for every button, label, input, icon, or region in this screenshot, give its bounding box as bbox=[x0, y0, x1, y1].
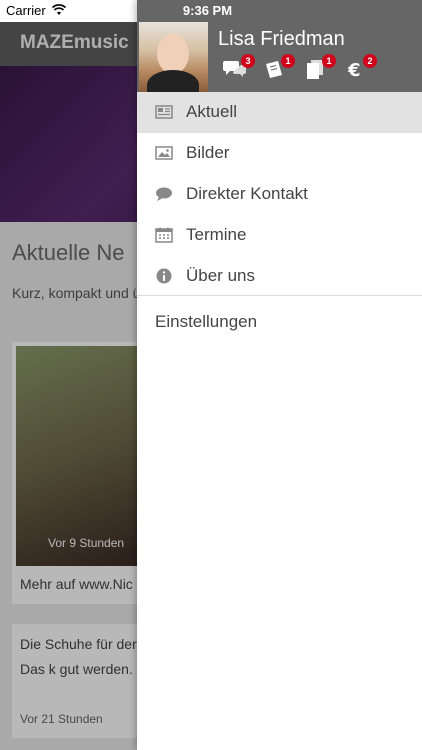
documents-icon[interactable]: 1 bbox=[304, 54, 336, 80]
settings-item[interactable]: Einstellungen bbox=[155, 312, 257, 332]
avatar[interactable] bbox=[139, 22, 208, 92]
badge-count: 1 bbox=[281, 54, 295, 68]
chat-bubbles-icon[interactable]: 3 bbox=[223, 54, 255, 80]
user-name: Lisa Friedman bbox=[218, 28, 345, 50]
menu-item-label: Aktuell bbox=[186, 102, 238, 121]
newspaper-icon bbox=[155, 105, 173, 119]
wifi-icon bbox=[52, 4, 66, 15]
menu-item-label: Über uns bbox=[186, 266, 255, 285]
chat-bubble-icon bbox=[156, 187, 172, 201]
profile-header: Lisa Friedman 3 1 1 € 2 bbox=[137, 22, 422, 92]
badge-count: 3 bbox=[241, 54, 255, 68]
badge-count: 2 bbox=[363, 54, 377, 68]
carrier-label: Carrier bbox=[6, 3, 46, 18]
menu-item-aktuell[interactable]: Aktuell bbox=[137, 92, 422, 133]
status-time: 9:36 PM bbox=[182, 3, 233, 18]
menu-item-ueber-uns[interactable]: Über uns bbox=[137, 256, 422, 297]
tickets-icon[interactable]: 1 bbox=[263, 54, 295, 80]
menu-item-termine[interactable]: Termine bbox=[137, 215, 422, 256]
menu-divider bbox=[137, 295, 422, 296]
euro-icon[interactable]: € 2 bbox=[345, 54, 377, 81]
calendar-icon bbox=[155, 227, 173, 243]
menu-item-bilder[interactable]: Bilder bbox=[137, 133, 422, 174]
drawer-overlay[interactable] bbox=[0, 0, 137, 750]
info-icon bbox=[156, 268, 172, 284]
menu-item-label: Termine bbox=[186, 225, 247, 244]
svg-text:€: € bbox=[347, 60, 361, 80]
image-icon bbox=[155, 146, 173, 160]
menu-item-label: Bilder bbox=[186, 143, 230, 162]
side-drawer: 9:36 PM Lisa Friedman 3 1 1 € 2 Aktuell … bbox=[137, 0, 422, 750]
badge-count: 1 bbox=[322, 54, 336, 68]
menu-item-label: Direkter Kontakt bbox=[186, 184, 308, 203]
drawer-status-bar: 9:36 PM bbox=[137, 0, 422, 22]
menu-item-direkter-kontakt[interactable]: Direkter Kontakt bbox=[137, 174, 422, 215]
